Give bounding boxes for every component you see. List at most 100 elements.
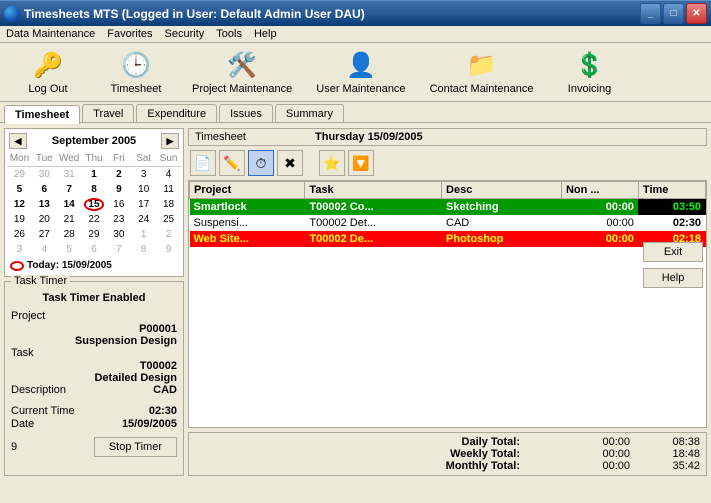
table-row[interactable]: Web Site...T00002 De...Photoshop00:0002:… [190,231,706,247]
calendar-day[interactable]: 29 [7,167,32,182]
timer-task-code: T00002 [11,360,177,372]
monthly-total-label: Monthly Total: [195,460,560,472]
help-button[interactable]: Help [643,268,703,288]
menu-favorites[interactable]: Favorites [107,28,152,40]
timesheet-toolbar: 📄 ✏️ ⏱ ✖ ⭐ 🔽 [188,146,707,180]
calendar-day[interactable]: 25 [156,212,181,227]
menu-help[interactable]: Help [254,28,277,40]
calendar-day[interactable]: 4 [32,242,57,257]
calendar-day[interactable]: 13 [32,197,57,212]
calendar-day[interactable]: 1 [131,227,156,242]
calendar-day[interactable]: 22 [82,212,107,227]
timesheet-header: Timesheet Thursday 15/09/2005 [188,128,707,146]
calendar-day[interactable]: 9 [106,182,131,197]
favorite-button[interactable]: ⭐ [319,150,345,176]
calendar-day[interactable]: 14 [57,197,82,212]
monthly-total-time: 35:42 [630,460,700,472]
tab-travel[interactable]: Travel [82,104,134,123]
timer-toggle-button[interactable]: ⏱ [248,150,274,176]
calendar-day[interactable]: 31 [57,167,82,182]
app-icon [4,6,20,22]
window-titlebar: Timesheets MTS (Logged in User: Default … [0,0,711,26]
calendar-day[interactable]: 30 [106,227,131,242]
calendar-day[interactable]: 29 [82,227,107,242]
user-maintenance-button[interactable]: 👤 User Maintenance [308,47,413,97]
maximize-button[interactable]: □ [663,3,684,24]
new-entry-button[interactable]: 📄 [190,150,216,176]
calendar-day[interactable]: 4 [156,167,181,182]
menu-data-maintenance[interactable]: Data Maintenance [6,28,95,40]
menu-tools[interactable]: Tools [216,28,242,40]
calendar-day[interactable]: 10 [131,182,156,197]
weekly-total-label: Weekly Total: [195,448,560,460]
calendar-day[interactable]: 9 [156,242,181,257]
project-maintenance-button[interactable]: 🛠️ Project Maintenance [184,47,300,97]
close-button[interactable]: ✕ [686,3,707,24]
calendar-day[interactable]: 3 [7,242,32,257]
daily-total-time: 08:38 [630,436,700,448]
calendar-day[interactable]: 6 [82,242,107,257]
calendar-day[interactable]: 5 [7,182,32,197]
calendar-day[interactable]: 5 [57,242,82,257]
tab-summary[interactable]: Summary [275,104,344,123]
timesheet-button[interactable]: 🕒 Timesheet [96,47,176,97]
calendar-day[interactable]: 28 [57,227,82,242]
col-time[interactable]: Time [638,182,705,199]
calendar-day[interactable]: 6 [32,182,57,197]
calendar-day[interactable]: 23 [106,212,131,227]
exit-button[interactable]: Exit [643,242,703,262]
col-task[interactable]: Task [305,182,442,199]
calendar-day[interactable]: 11 [156,182,181,197]
invoicing-button[interactable]: 💲 Invoicing [550,47,630,97]
timesheet-grid[interactable]: Project Task Desc Non ... Time Smartlock… [188,180,707,428]
calendar-day[interactable]: 19 [7,212,32,227]
filter-button[interactable]: 🔽 [348,150,374,176]
calendar-day[interactable]: 27 [32,227,57,242]
calendar-prev-button[interactable]: ◀ [9,133,27,149]
table-row[interactable]: Suspensi...T00002 Det...CAD00:0002:30 [190,215,706,231]
cell-project: Smartlock [190,199,305,216]
calendar-day-today[interactable]: 15 [82,197,107,212]
logout-button[interactable]: 🔑 Log Out [8,47,88,97]
calendar-day[interactable]: 18 [156,197,181,212]
calendar-day[interactable]: 16 [106,197,131,212]
calendar-grid: Mon Tue Wed Thu Fri Sat Sun 29 30 31 1 2… [7,151,181,257]
stop-timer-button[interactable]: Stop Timer [94,437,177,457]
tab-timesheet[interactable]: Timesheet [4,105,80,124]
calendar-day[interactable]: 7 [106,242,131,257]
calendar-day[interactable]: 7 [57,182,82,197]
calendar-day[interactable]: 30 [32,167,57,182]
delete-entry-button[interactable]: ✖ [277,150,303,176]
menu-bar: Data Maintenance Favorites Security Tool… [0,26,711,43]
col-project[interactable]: Project [190,182,305,199]
cell-non: 00:00 [561,199,638,216]
table-row[interactable]: SmartlockT00002 Co...Sketching00:0003:50 [190,199,706,216]
cell-desc: Sketching [442,199,562,216]
calendar-day[interactable]: 3 [131,167,156,182]
weekly-total-non: 00:00 [560,448,630,460]
cell-desc: CAD [442,215,562,231]
menu-security[interactable]: Security [165,28,205,40]
tab-expenditure[interactable]: Expenditure [136,104,217,123]
calendar-day[interactable]: 1 [82,167,107,182]
calendar-day[interactable]: 2 [156,227,181,242]
calendar-day[interactable]: 2 [106,167,131,182]
calendar: ◀ September 2005 ▶ Mon Tue Wed Thu Fri S… [4,128,184,277]
edit-entry-button[interactable]: ✏️ [219,150,245,176]
minimize-button[interactable]: _ [640,3,661,24]
col-desc[interactable]: Desc [442,182,562,199]
tools-icon: 🛠️ [226,49,258,81]
calendar-day[interactable]: 24 [131,212,156,227]
calendar-day[interactable]: 26 [7,227,32,242]
calendar-day[interactable]: 20 [32,212,57,227]
calendar-day[interactable]: 17 [131,197,156,212]
calendar-day[interactable]: 8 [131,242,156,257]
calendar-day[interactable]: 8 [82,182,107,197]
col-non[interactable]: Non ... [561,182,638,199]
calendar-next-button[interactable]: ▶ [161,133,179,149]
calendar-day[interactable]: 21 [57,212,82,227]
contact-maintenance-button[interactable]: 📁 Contact Maintenance [422,47,542,97]
tab-issues[interactable]: Issues [219,104,273,123]
calendar-day[interactable]: 12 [7,197,32,212]
calendar-today-link[interactable]: Today: 15/09/2005 [7,257,181,274]
